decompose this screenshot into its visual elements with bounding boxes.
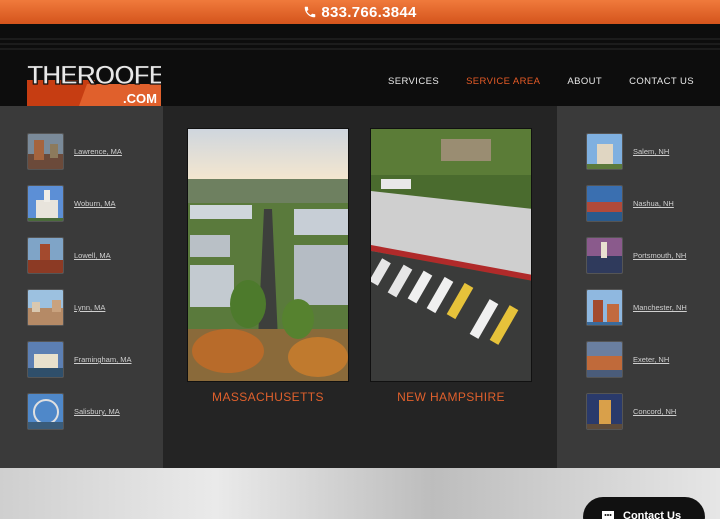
city-label[interactable]: Concord, NH xyxy=(633,407,676,416)
city-link-woburn[interactable]: Woburn, MA xyxy=(27,185,116,222)
city-photo-icon xyxy=(27,133,64,170)
city-link-lowell[interactable]: Lowell, MA xyxy=(27,237,111,274)
city-photo-icon xyxy=(586,237,623,274)
site-header: THEROOFERS .COM SERVICES SERVICE AREA AB… xyxy=(0,24,720,108)
city-label[interactable]: Lawrence, MA xyxy=(74,147,122,156)
city-label[interactable]: Lynn, MA xyxy=(74,303,105,312)
city-link-concord[interactable]: Concord, NH xyxy=(586,393,676,430)
city-photo-icon xyxy=(586,393,623,430)
city-label[interactable]: Portsmouth, NH xyxy=(633,251,686,260)
nav-contact-us[interactable]: CONTACT US xyxy=(629,76,694,87)
city-label[interactable]: Nashua, NH xyxy=(633,199,674,208)
city-photo-icon xyxy=(27,237,64,274)
state-card-new-hampshire[interactable]: NEW HAMPSHIRE xyxy=(370,128,532,404)
city-photo-icon xyxy=(586,185,623,222)
phone-bar[interactable]: 833.766.3844 xyxy=(0,0,720,24)
nav-about[interactable]: ABOUT xyxy=(567,76,602,87)
contact-us-chat-button[interactable]: Contact Us xyxy=(583,497,705,519)
ma-cities-column: Lawrence, MA Woburn, MA Lowell, MA Lynn,… xyxy=(0,106,163,468)
phone-number[interactable]: 833.766.3844 xyxy=(321,4,416,21)
chat-label[interactable]: Contact Us xyxy=(623,510,681,519)
main-nav: SERVICES SERVICE AREA ABOUT CONTACT US xyxy=(361,76,694,87)
city-label[interactable]: Framingham, MA xyxy=(74,355,132,364)
svg-text:THEROOFERS: THEROOFERS xyxy=(27,60,161,90)
city-photo-icon xyxy=(27,185,64,222)
city-link-lawrence[interactable]: Lawrence, MA xyxy=(27,133,122,170)
city-link-exeter[interactable]: Exeter, NH xyxy=(586,341,669,378)
city-photo-icon xyxy=(586,341,623,378)
city-label[interactable]: Salem, NH xyxy=(633,147,669,156)
city-link-salisbury[interactable]: Salisbury, MA xyxy=(27,393,120,430)
svg-text:.COM: .COM xyxy=(123,91,157,106)
city-label[interactable]: Lowell, MA xyxy=(74,251,111,260)
city-link-framingham[interactable]: Framingham, MA xyxy=(27,341,132,378)
city-link-nashua[interactable]: Nashua, NH xyxy=(586,185,674,222)
city-label[interactable]: Manchester, NH xyxy=(633,303,687,312)
nav-services[interactable]: SERVICES xyxy=(388,76,439,87)
state-label-massachusetts[interactable]: MASSACHUSETTS xyxy=(187,390,349,404)
nh-cities-column: Salem, NH Nashua, NH Portsmouth, NH Manc… xyxy=(557,106,720,468)
city-label[interactable]: Salisbury, MA xyxy=(74,407,120,416)
city-photo-icon xyxy=(586,289,623,326)
city-photo-icon xyxy=(586,133,623,170)
states-panel: MASSACHUSETTS NEW HAMPSHIRE xyxy=(163,106,557,468)
massachusetts-photo xyxy=(187,128,349,382)
city-link-portsmouth[interactable]: Portsmouth, NH xyxy=(586,237,686,274)
chat-bubble-icon xyxy=(602,511,614,519)
state-card-massachusetts[interactable]: MASSACHUSETTS xyxy=(187,128,349,404)
city-link-salem[interactable]: Salem, NH xyxy=(586,133,669,170)
city-label[interactable]: Woburn, MA xyxy=(74,199,116,208)
nav-service-area[interactable]: SERVICE AREA xyxy=(466,76,540,87)
state-label-new-hampshire[interactable]: NEW HAMPSHIRE xyxy=(370,390,532,404)
city-photo-icon xyxy=(27,289,64,326)
service-area-section: Lawrence, MA Woburn, MA Lowell, MA Lynn,… xyxy=(0,106,720,468)
new-hampshire-photo xyxy=(370,128,532,382)
city-photo-icon xyxy=(27,341,64,378)
site-logo[interactable]: THEROOFERS .COM xyxy=(27,50,161,106)
city-photo-icon xyxy=(27,393,64,430)
phone-icon xyxy=(305,6,316,18)
city-link-manchester[interactable]: Manchester, NH xyxy=(586,289,687,326)
city-label[interactable]: Exeter, NH xyxy=(633,355,669,364)
city-link-lynn[interactable]: Lynn, MA xyxy=(27,289,105,326)
